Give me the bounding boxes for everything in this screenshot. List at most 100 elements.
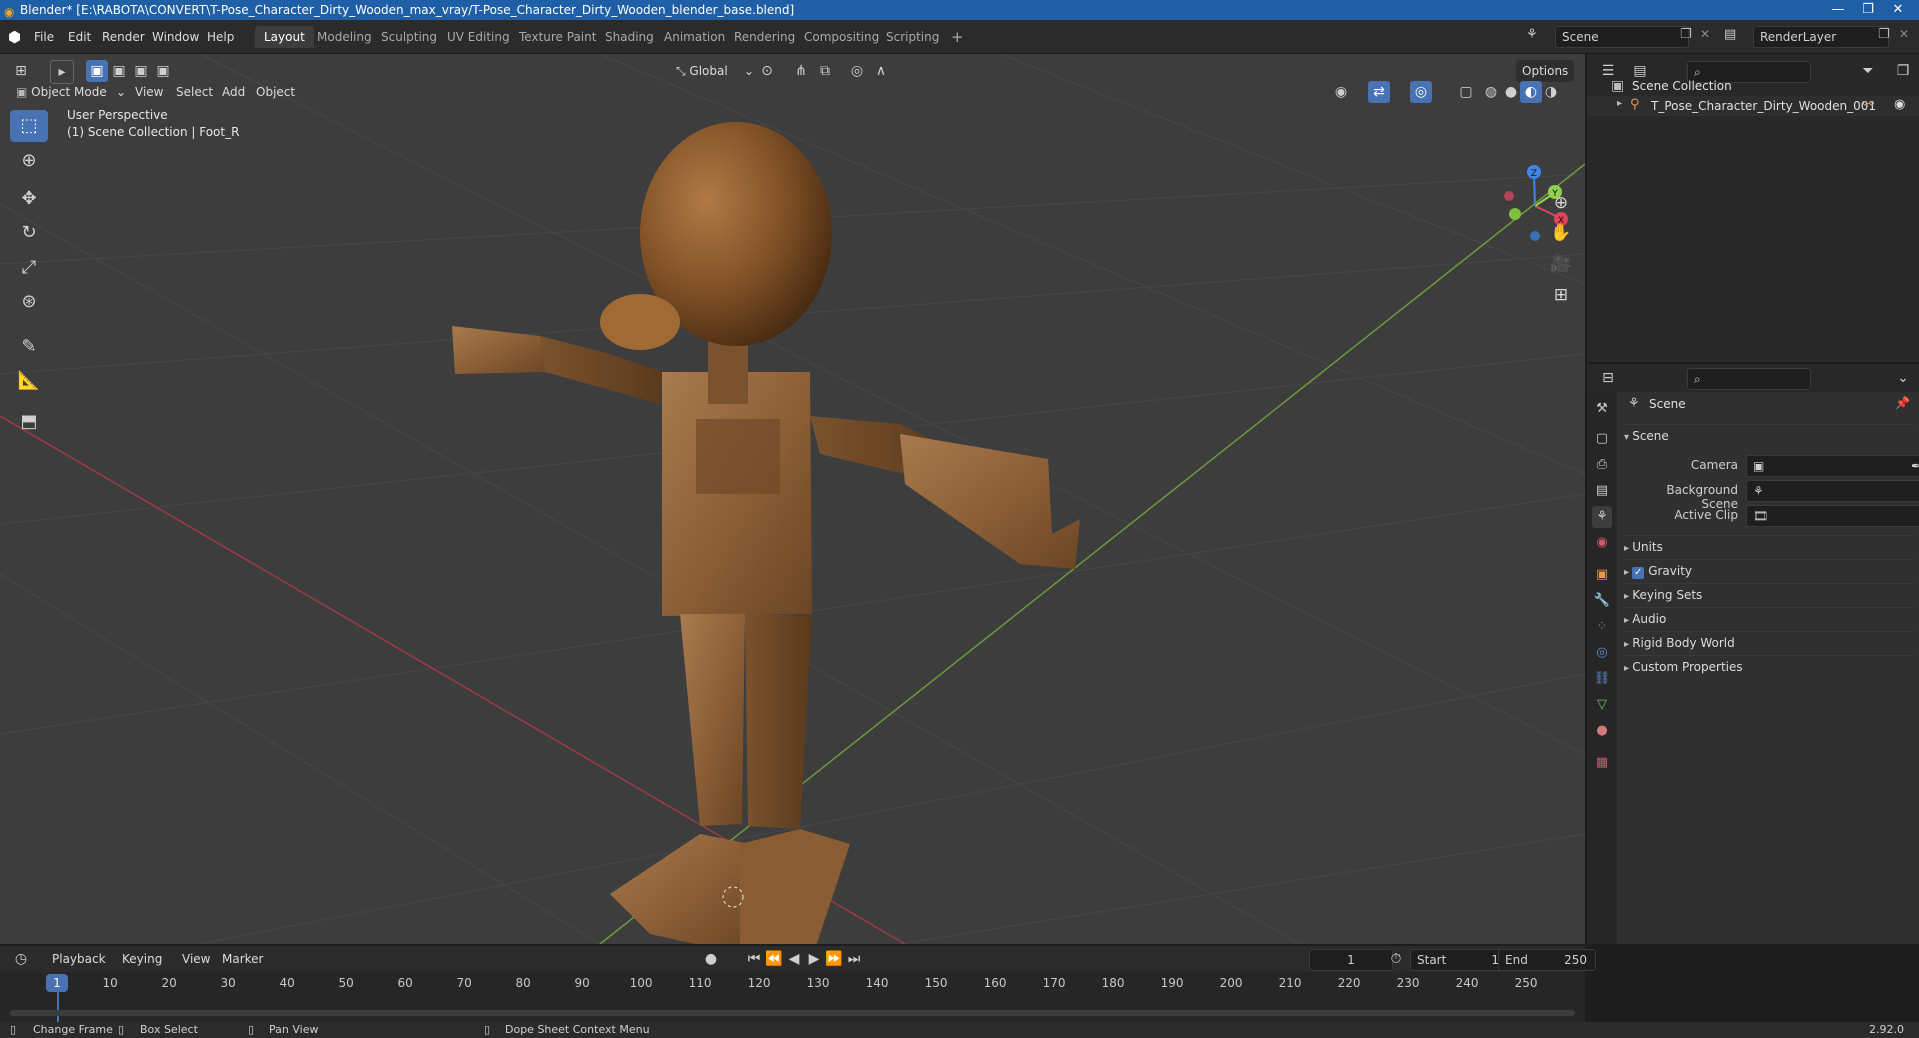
menu-object[interactable]: Object	[250, 81, 301, 103]
play-reverse-icon[interactable]: ◀	[783, 948, 805, 970]
menu-playback[interactable]: Playback	[46, 948, 112, 970]
object-mode-dropdown[interactable]: ▣ Object Mode ⌄	[10, 81, 130, 103]
character-model[interactable]	[452, 122, 1080, 944]
blender-menu-icon[interactable]: ⬢	[8, 28, 26, 46]
editor-type-icon[interactable]: ⊞	[10, 60, 32, 82]
scene-tab-icon[interactable]: ⚘	[1592, 506, 1612, 528]
object-tab-icon[interactable]: ▣	[1592, 564, 1612, 586]
menu-keying[interactable]: Keying	[116, 948, 168, 970]
view-layer-tab-icon[interactable]: ▤	[1592, 480, 1612, 502]
material-tab-icon[interactable]: ●	[1592, 720, 1612, 742]
new-collection-icon[interactable]: ❐	[1892, 60, 1914, 82]
menu-add[interactable]: Add	[216, 81, 251, 103]
modifier-tab-icon[interactable]: 🔧	[1592, 590, 1612, 612]
play-icon[interactable]: ▶	[803, 948, 825, 970]
pivot-point-icon[interactable]: ⊙	[756, 60, 778, 82]
render-tab-icon[interactable]: ▢	[1592, 428, 1612, 450]
tab-shading[interactable]: Shading	[596, 26, 663, 48]
visibility-eye-icon[interactable]: ◉	[1894, 97, 1905, 112]
next-keyframe-icon[interactable]: ⏩	[823, 948, 845, 970]
particles-tab-icon[interactable]: ⁘	[1592, 616, 1612, 638]
xray-icon[interactable]: ▢	[1455, 81, 1477, 103]
new-view-layer-icon[interactable]: ❐	[1878, 27, 1890, 42]
select-mode-subtract-icon[interactable]: ▣	[130, 60, 152, 82]
options-dropdown[interactable]: Options	[1516, 60, 1575, 82]
object-visibility-icon[interactable]: ◉	[1330, 81, 1352, 103]
camera-view-icon[interactable]: 🎥	[1546, 250, 1576, 278]
chevron-down-icon[interactable]: ⌄	[1892, 367, 1914, 389]
rotate-tool[interactable]: ↻	[10, 217, 48, 249]
timeline-scrollbar[interactable]	[10, 1010, 1575, 1016]
add-workspace-button[interactable]: +	[942, 26, 973, 48]
texture-tab-icon[interactable]: ▦	[1592, 752, 1612, 774]
properties-search-input[interactable]: ⌕	[1687, 368, 1811, 390]
menu-view[interactable]: View	[129, 81, 169, 103]
filter-icon[interactable]: ⏷	[1857, 60, 1879, 82]
snap-icon[interactable]: ⋔	[790, 60, 812, 82]
menu-edit[interactable]: Edit	[68, 20, 91, 54]
properties-editor-icon[interactable]: ⊟	[1597, 367, 1619, 389]
tab-sculpting[interactable]: Sculpting	[372, 26, 446, 48]
menu-help[interactable]: Help	[207, 20, 234, 54]
measure-tool[interactable]: 📐	[10, 365, 48, 397]
scene-panel-header[interactable]: ▾ Scene	[1624, 424, 1914, 447]
menu-select[interactable]: Select	[170, 81, 219, 103]
close-window-button[interactable]: ✕	[1883, 0, 1913, 20]
scale-tool[interactable]: ⤢	[10, 252, 48, 284]
playhead[interactable]: 1	[46, 974, 68, 992]
keying-sets-panel-header[interactable]: ▸ Keying Sets	[1624, 583, 1914, 606]
audio-panel-header[interactable]: ▸ Audio	[1624, 607, 1914, 630]
select-box-tool[interactable]: ⬚	[10, 110, 48, 142]
view-layer-selector[interactable]: RenderLayer	[1753, 26, 1889, 48]
select-mode-new-icon[interactable]: ▣	[86, 60, 108, 82]
tab-uv-editing[interactable]: UV Editing	[438, 26, 519, 48]
cursor-tool[interactable]: ⊕	[10, 145, 48, 177]
tab-compositing[interactable]: Compositing	[795, 26, 888, 48]
menu-marker[interactable]: Marker	[216, 948, 269, 970]
show-gizmo-icon[interactable]: ⇄	[1368, 81, 1390, 103]
expand-arrow-icon[interactable]: ▸	[1617, 98, 1622, 109]
timeline-area[interactable]: 1 10 20 30 40 50 60 70 80 90 100 110 120 130 140 150 16…	[0, 972, 1585, 1022]
ortho-grid-icon[interactable]: ⊞	[1546, 281, 1576, 309]
menu-timeline-view[interactable]: View	[176, 948, 216, 970]
stopwatch-icon[interactable]: ⏱	[1385, 948, 1407, 970]
prev-keyframe-icon[interactable]: ⏪	[763, 948, 785, 970]
delete-scene-icon[interactable]: ✕	[1700, 27, 1710, 41]
restore-button[interactable]: ❐	[1853, 0, 1883, 20]
scene-selector[interactable]: Scene	[1555, 26, 1689, 48]
start-frame-field[interactable]: Start 1	[1410, 949, 1508, 971]
record-icon[interactable]: ●	[700, 948, 722, 970]
add-cube-tool[interactable]: ⬒	[10, 406, 48, 438]
select-mode-extend-icon[interactable]: ▣	[108, 60, 130, 82]
tab-layout[interactable]: Layout	[255, 26, 314, 48]
pin-icon[interactable]: 📌	[1895, 396, 1910, 410]
tab-scripting[interactable]: Scripting	[877, 26, 948, 48]
world-tab-icon[interactable]: ◉	[1592, 532, 1612, 554]
scene-icon[interactable]: ⚘	[1526, 27, 1538, 42]
jump-start-icon[interactable]: ⏮	[743, 948, 765, 970]
overlays-icon[interactable]: ◎	[1410, 81, 1432, 103]
menu-render[interactable]: Render	[102, 20, 145, 54]
material-preview-icon[interactable]: ◐	[1520, 81, 1542, 103]
output-tab-icon[interactable]: ⎙	[1592, 454, 1612, 476]
move-tool[interactable]: ✥	[10, 183, 48, 215]
current-frame-field[interactable]: 1	[1309, 949, 1393, 971]
delete-view-layer-icon[interactable]: ✕	[1899, 27, 1909, 41]
zoom-icon[interactable]: ⊕	[1546, 189, 1576, 217]
view-layer-icon[interactable]: ▤	[1724, 27, 1736, 42]
tab-animation[interactable]: Animation	[655, 26, 734, 48]
annotate-tool[interactable]: ✎	[10, 331, 48, 363]
units-panel-header[interactable]: ▸ Units	[1624, 535, 1914, 558]
tab-texture-paint[interactable]: Texture Paint	[510, 26, 605, 48]
menu-window[interactable]: Window	[152, 20, 199, 54]
jump-end-icon[interactable]: ⏭	[843, 948, 865, 970]
new-scene-icon[interactable]: ❐	[1680, 27, 1692, 42]
gravity-checkbox[interactable]: ✓	[1632, 567, 1645, 579]
outliner-row[interactable]: ▸ ⚲ T_Pose_Character_Dirty_Wooden_001 ⚯ …	[1587, 96, 1919, 116]
background-scene-field[interactable]: ⚘	[1746, 480, 1919, 502]
data-tab-icon[interactable]: ▽	[1592, 694, 1612, 716]
eyedropper-icon[interactable]: ✒	[1911, 456, 1919, 476]
physics-tab-icon[interactable]: ◎	[1592, 642, 1612, 664]
outliner-scene-collection[interactable]: Scene Collection	[1632, 79, 1732, 93]
tab-rendering[interactable]: Rendering	[725, 26, 804, 48]
